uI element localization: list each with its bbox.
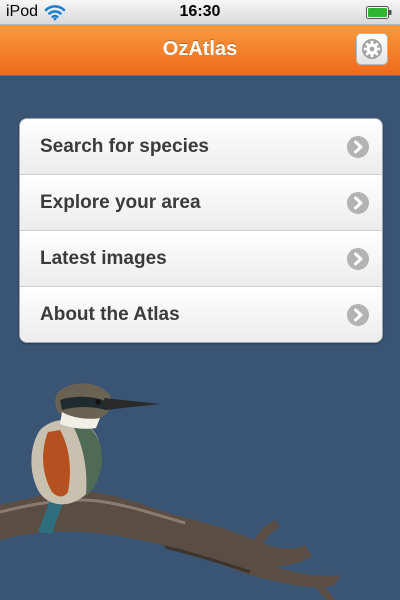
chevron-right-icon [347,136,369,158]
clock: 16:30 [179,3,221,20]
app-title: OzAtlas [162,38,238,60]
kingfisher-illustration [0,383,340,600]
nav-bar: OzAtlas [0,25,400,76]
chevron-right-icon [347,304,369,326]
main-menu: Search for species Explore your area Lat… [19,118,383,343]
settings-button[interactable] [356,33,388,65]
menu-item-explore-area[interactable]: Explore your area [20,175,382,231]
menu-item-latest-images[interactable]: Latest images [20,231,382,287]
battery-icon [366,6,392,19]
menu-item-about-atlas[interactable]: About the Atlas [20,287,382,342]
menu-item-search-species[interactable]: Search for species [20,119,382,175]
status-bar: iPod 16:30 [0,0,400,25]
menu-item-label: Search for species [40,136,209,157]
chevron-right-icon [347,248,369,270]
menu-item-label: About the Atlas [40,304,180,325]
chevron-right-icon [347,192,369,214]
gear-icon [361,38,383,60]
menu-item-label: Explore your area [40,192,201,213]
menu-item-label: Latest images [40,248,167,269]
